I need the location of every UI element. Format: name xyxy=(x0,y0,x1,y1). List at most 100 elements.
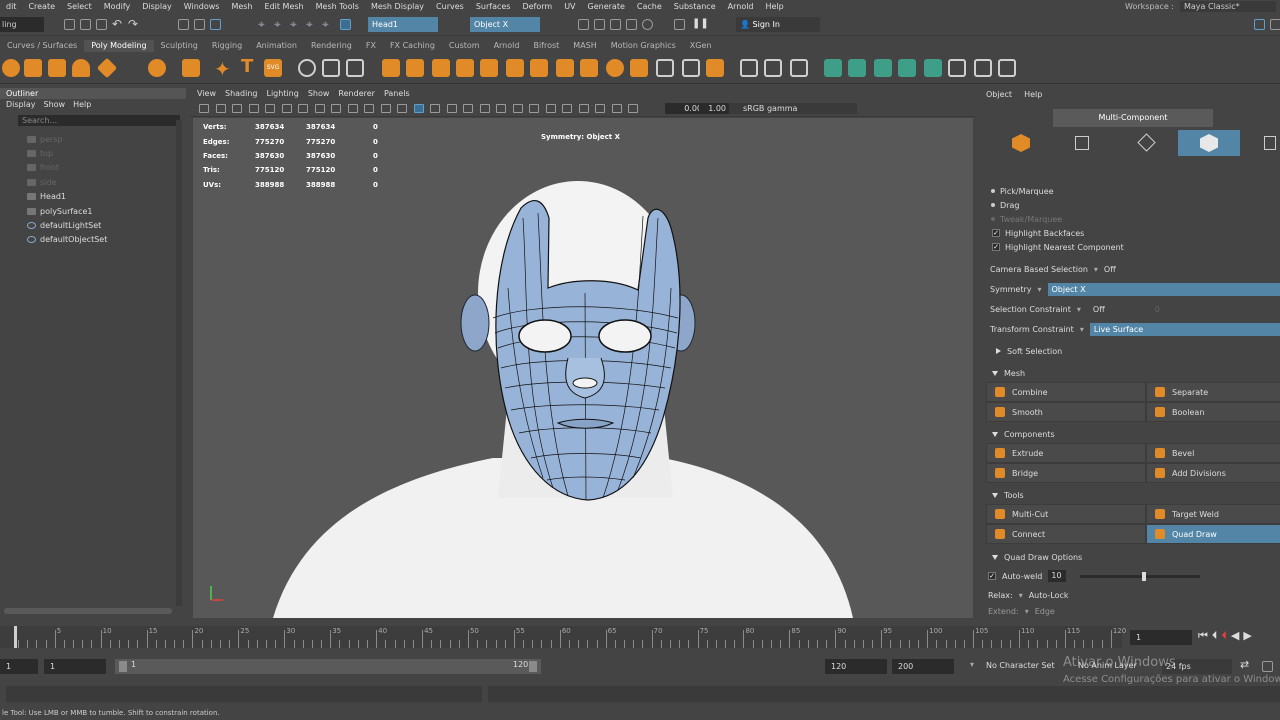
unfold-icon[interactable] xyxy=(924,59,942,77)
multi-component-button[interactable]: Multi-Component xyxy=(1053,109,1213,127)
poly-sphere-icon[interactable] xyxy=(2,59,20,77)
gate-mask-icon[interactable] xyxy=(347,104,358,113)
radio-icon[interactable] xyxy=(991,203,995,207)
offset-edge-loop-icon[interactable] xyxy=(556,59,574,77)
viewport-menu-renderer[interactable]: Renderer xyxy=(338,88,375,100)
spherical-map-icon[interactable] xyxy=(874,59,892,77)
xray-icon[interactable] xyxy=(578,104,589,113)
toolkit-menu-object[interactable]: Object xyxy=(986,88,1012,102)
tab-rendering[interactable]: Rendering xyxy=(304,40,359,52)
tab-curves-surfaces[interactable]: Curves / Surfaces xyxy=(0,40,84,52)
tab-rigging[interactable]: Rigging xyxy=(205,40,249,52)
insert-edge-loop-icon[interactable] xyxy=(530,59,548,77)
target-weld-button[interactable]: Target Weld xyxy=(1146,504,1280,524)
snap-view-icon[interactable]: ⌖ xyxy=(306,17,313,32)
time-slider[interactable]: 5 10 15 20 25 30 35 40 45 50 55 60 65 70 75 80 85 90 95 100… xyxy=(0,626,1280,650)
snap-point-icon[interactable]: ⌖ xyxy=(290,17,297,32)
menu-dit[interactable]: dit xyxy=(0,2,22,11)
start-time-field[interactable]: 1 xyxy=(0,659,38,674)
pause-icon[interactable]: ❚❚ xyxy=(692,18,709,29)
combine-icon[interactable] xyxy=(298,59,316,77)
wireframe-on-shaded-icon[interactable] xyxy=(446,104,457,113)
connect-button[interactable]: Connect xyxy=(986,524,1146,544)
outliner-item-front[interactable]: front xyxy=(0,161,186,175)
outliner-item-top[interactable]: top xyxy=(0,146,186,160)
camera-attributes-icon[interactable] xyxy=(215,104,226,113)
viewport-menu-lighting[interactable]: Lighting xyxy=(266,88,298,100)
resolution-gate-icon[interactable] xyxy=(331,104,341,113)
multi-cut-button[interactable]: Multi-Cut xyxy=(986,504,1146,524)
select-hierarchy-icon[interactable] xyxy=(178,19,189,30)
tools-section-header[interactable]: Tools xyxy=(980,485,1280,505)
platonic-icon[interactable] xyxy=(182,59,200,77)
use-lights-icon[interactable] xyxy=(479,104,490,113)
symmetry-field[interactable]: Object X xyxy=(470,17,540,32)
append-icon[interactable] xyxy=(480,59,498,77)
option-highlight-nearest-component[interactable]: ✓ Highlight Nearest Component xyxy=(986,240,1280,254)
cut-uv-icon[interactable] xyxy=(974,59,992,77)
color-space-dropdown[interactable]: sRGB gamma xyxy=(729,103,857,114)
menu-select[interactable]: Select xyxy=(61,2,98,11)
live-surface-icon[interactable] xyxy=(340,19,351,30)
selection-constraint-number[interactable]: 0 xyxy=(1155,305,1160,314)
selection-mode-pick-marquee[interactable]: Pick/Marquee xyxy=(980,184,1280,198)
face-mode-icon[interactable] xyxy=(1178,130,1240,156)
snap-surface-icon[interactable]: ⌖ xyxy=(322,17,329,32)
snap-curve-icon[interactable]: ⌖ xyxy=(274,17,281,32)
poly-cube-icon[interactable] xyxy=(24,59,42,77)
head-model[interactable] xyxy=(193,118,973,618)
auto-weld-field[interactable]: 10 xyxy=(1048,570,1067,582)
outliner-item-persp[interactable]: persp xyxy=(0,132,186,146)
outliner-item-defaultobjectset[interactable]: defaultObjectSet xyxy=(0,233,186,247)
menu-generate[interactable]: Generate xyxy=(582,2,631,11)
object-name-field[interactable]: Head1 xyxy=(368,17,438,32)
go-to-start-icon[interactable]: ⏮ xyxy=(1198,629,1212,642)
wireframe-icon[interactable] xyxy=(413,104,424,113)
checkbox-icon[interactable]: ✓ xyxy=(992,229,1000,237)
tab-fx-caching[interactable]: FX Caching xyxy=(383,40,442,52)
tab-mash[interactable]: MASH xyxy=(566,40,603,52)
save-scene-icon[interactable] xyxy=(96,19,107,30)
smooth-button[interactable]: Smooth xyxy=(986,402,1146,422)
viewport-menu-shading[interactable]: Shading xyxy=(225,88,258,100)
tab-arnold[interactable]: Arnold xyxy=(487,40,527,52)
uv-editor-icon[interactable] xyxy=(790,59,808,77)
merge-icon[interactable] xyxy=(580,59,598,77)
bookmark-icon[interactable] xyxy=(232,104,242,113)
select-component-icon[interactable] xyxy=(210,19,221,30)
chevron-down-icon[interactable]: ▾ xyxy=(1077,305,1081,314)
render-sequence-icon[interactable] xyxy=(594,19,605,30)
image-plane-icon[interactable] xyxy=(248,104,259,113)
menu-windows[interactable]: Windows xyxy=(178,2,226,11)
poly-torus-icon[interactable] xyxy=(148,59,166,77)
menu-set-dropdown[interactable]: ling xyxy=(0,17,44,32)
hypershade-icon[interactable] xyxy=(642,19,653,30)
mesh-section-header[interactable]: Mesh xyxy=(980,363,1280,383)
separate-icon[interactable] xyxy=(322,59,340,77)
chevron-down-icon[interactable]: ▾ xyxy=(1025,607,1029,616)
ambient-occlusion-icon[interactable] xyxy=(512,104,523,113)
time-ruler[interactable]: 5 10 15 20 25 30 35 40 45 50 55 60 65 70 75 80 85 90 95 100… xyxy=(0,626,1126,648)
outliner-horizontal-scrollbar[interactable] xyxy=(4,608,172,614)
cylindrical-map-icon[interactable] xyxy=(848,59,866,77)
circularize-icon[interactable] xyxy=(706,59,724,77)
sculpt-brush-icon[interactable] xyxy=(740,59,758,77)
menu-edit-mesh[interactable]: Edit Mesh xyxy=(259,2,310,11)
select-object-icon[interactable] xyxy=(194,19,205,30)
toggle-attribute-editor-icon[interactable] xyxy=(1270,19,1280,30)
chevron-down-icon[interactable]: ▾ xyxy=(1080,325,1084,334)
menu-modify[interactable]: Modify xyxy=(98,2,137,11)
textured-icon[interactable] xyxy=(463,104,473,113)
outliner-vertical-scrollbar[interactable] xyxy=(176,120,182,606)
redo-icon[interactable]: ↷ xyxy=(128,17,138,31)
camera-based-selection-value[interactable]: Off xyxy=(1104,265,1116,274)
character-set-dropdown[interactable]: No Character Set xyxy=(986,661,1055,670)
range-handle-start[interactable] xyxy=(119,661,127,672)
safe-action-icon[interactable] xyxy=(380,104,391,113)
uv-mode-icon[interactable] xyxy=(1264,136,1276,150)
layout-uv-icon[interactable] xyxy=(948,59,966,77)
quad-draw-button[interactable]: Quad Draw xyxy=(1146,524,1280,544)
separate-button[interactable]: Separate xyxy=(1146,382,1280,402)
loop-icon[interactable]: ⇄ xyxy=(1240,658,1249,671)
option-highlight-backfaces[interactable]: ✓ Highlight Backfaces xyxy=(986,226,1280,240)
